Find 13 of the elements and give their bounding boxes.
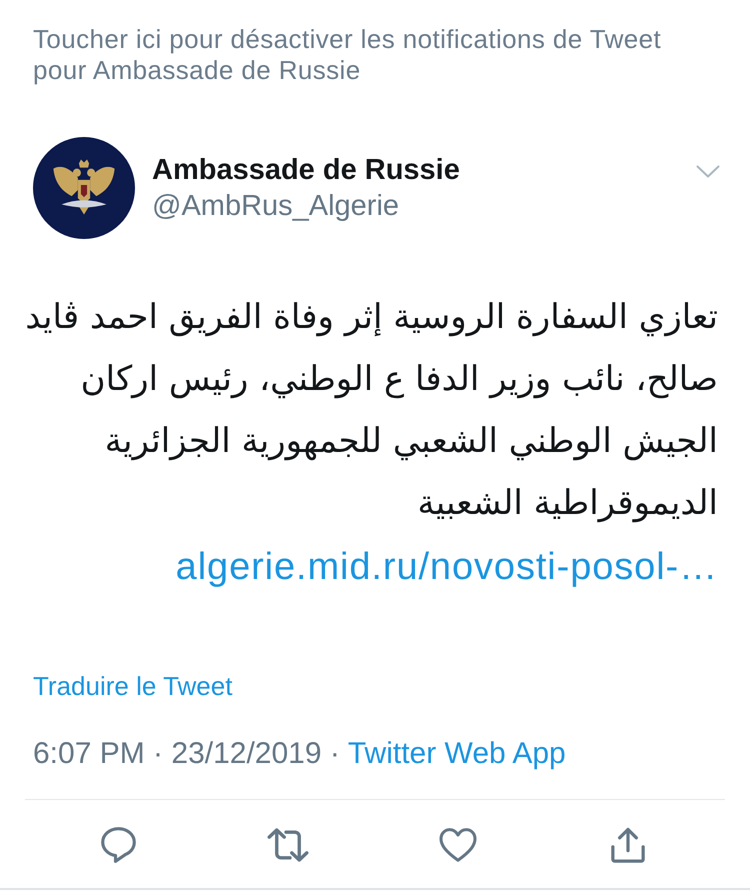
translate-link[interactable]: Traduire le Tweet xyxy=(33,671,232,701)
tweet-text: تعازي السفارة الروسية إثر وفاة الفريق احمد ڨايد صالح، نائب وزير الدفا ع الوطني، رئيس اركان الجيش الوطني الشعبي للجمهورية الجزائرية الديموقراطية الشعبية xyxy=(24,296,718,525)
timestamp: 6:07 PM · 23/12/2019 · xyxy=(33,737,340,771)
eagle-emblem-avatar-icon[interactable] xyxy=(33,137,135,239)
repeat-arrows-icon[interactable] xyxy=(266,828,310,862)
author-handle[interactable]: @AmbRus_Algerie xyxy=(152,188,400,224)
tweet-link[interactable]: algerie.mid.ru/novosti-posol-… xyxy=(176,545,718,589)
mute-notifications-link[interactable]: Toucher ici pour désactiver les notifications de Tweet pour Ambassade de Russie xyxy=(33,24,717,86)
heart-icon[interactable] xyxy=(439,828,477,862)
upload-arrow-icon[interactable] xyxy=(611,827,645,863)
source-link[interactable]: Twitter Web App xyxy=(348,737,566,771)
speech-bubble-icon[interactable] xyxy=(100,827,136,863)
author-name[interactable]: Ambassade de Russie xyxy=(152,152,460,188)
